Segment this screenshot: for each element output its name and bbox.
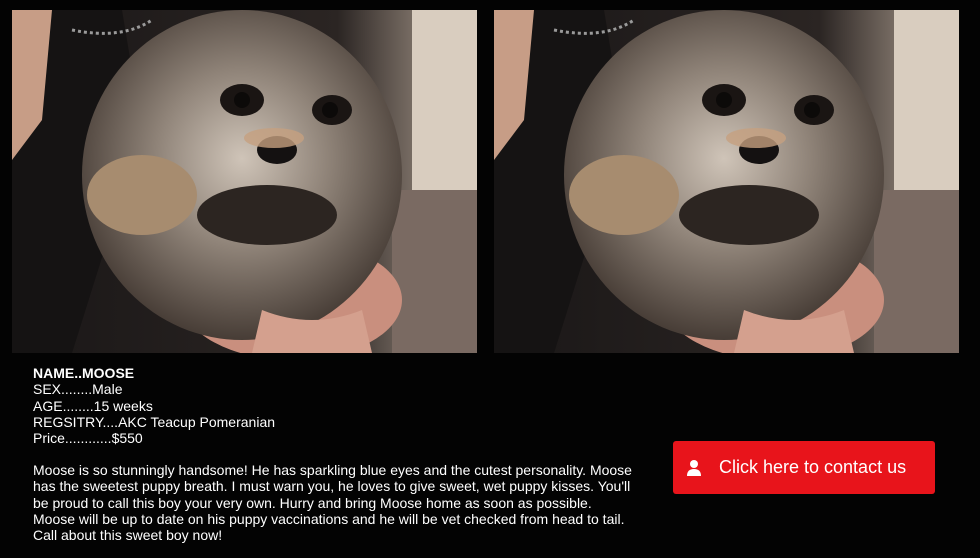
page: NAME..MOOSE SEX........Male AGE........1… (0, 0, 980, 558)
user-icon (685, 459, 703, 477)
puppy-sex: SEX........Male (33, 381, 123, 398)
contact-us-label: Click here to contact us (719, 457, 907, 477)
puppy-photo-left (12, 10, 477, 353)
puppy-details: NAME..MOOSE SEX........Male AGE........1… (33, 365, 275, 446)
puppy-age: AGE........15 weeks (33, 397, 153, 414)
puppy-price: Price............$550 (33, 430, 143, 447)
puppy-name: NAME..MOOSE (33, 365, 135, 381)
contact-us-button[interactable]: Click here to contact us (673, 441, 935, 494)
puppy-photo-right (494, 10, 959, 353)
puppy-registry: REGSITRY....AKC Teacup Pomeranian (33, 413, 276, 430)
puppy-description: Moose is so stunningly handsome! He has … (33, 462, 632, 544)
